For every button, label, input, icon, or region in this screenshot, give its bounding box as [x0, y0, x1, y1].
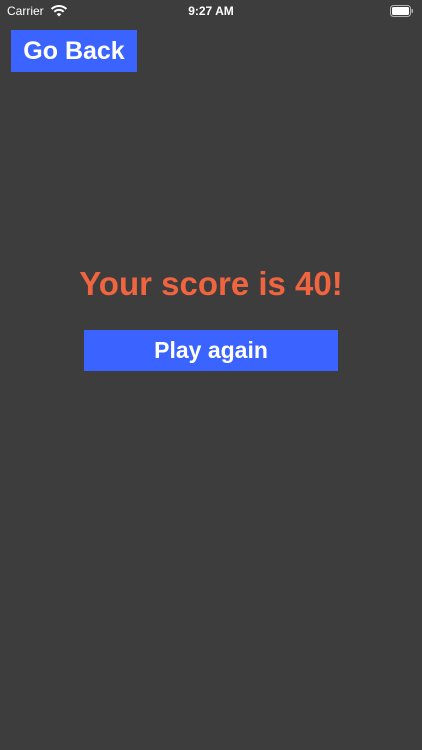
game-over-screen: Carrier 9:27 AM Go Back Your score is 40…	[0, 0, 422, 750]
status-time: 9:27 AM	[188, 4, 234, 18]
status-bar: Carrier 9:27 AM	[0, 0, 422, 22]
play-again-button[interactable]: Play again	[84, 330, 338, 371]
battery-icon	[390, 5, 414, 17]
score-text: Your score is 40!	[79, 265, 343, 302]
go-back-button[interactable]: Go Back	[11, 30, 137, 72]
